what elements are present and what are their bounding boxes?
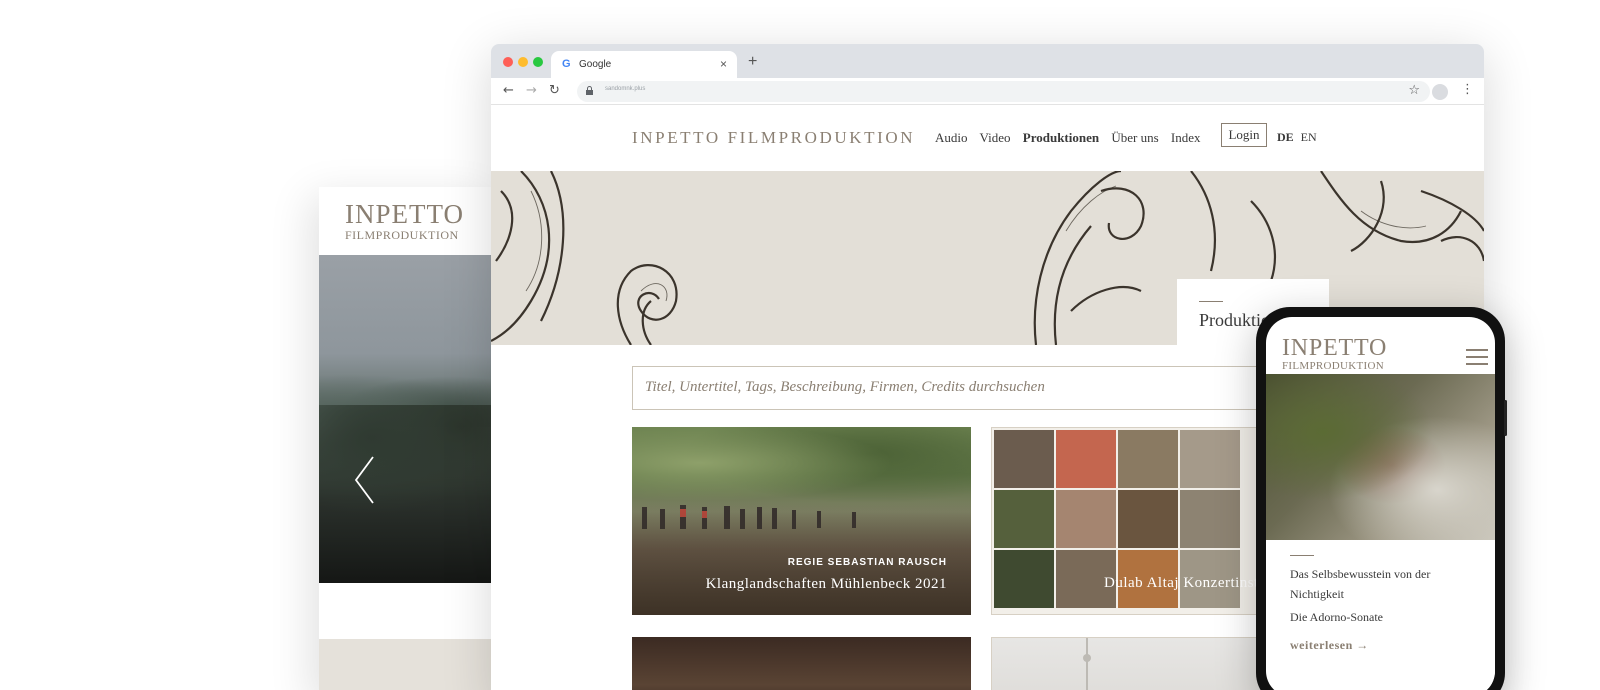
profile-avatar[interactable]: [1432, 84, 1448, 100]
new-tab-button[interactable]: +: [748, 53, 757, 71]
tablet-logo[interactable]: INPETTO FILMPRODUKTION: [345, 199, 464, 242]
tablet-footer-band: [319, 639, 494, 690]
nav-item-ueber-uns[interactable]: Über uns: [1111, 130, 1158, 145]
google-g-icon: G: [562, 58, 571, 70]
tablet-logo-line1: INPETTO: [345, 199, 464, 229]
lang-en[interactable]: EN: [1301, 130, 1317, 144]
browser-tab[interactable]: G Google ×: [551, 51, 737, 78]
back-arrow-icon[interactable]: ←: [503, 83, 514, 98]
tablet-hero-photo: [319, 255, 494, 583]
teaser-rule: [1290, 555, 1314, 556]
chevron-left-icon[interactable]: [353, 455, 377, 505]
minimize-window-button[interactable]: [518, 57, 528, 67]
phone-logo-line2: FILMPRODUKTION: [1282, 360, 1384, 372]
nav-item-video[interactable]: Video: [980, 130, 1011, 145]
language-switcher: DE EN: [1277, 130, 1317, 145]
title-rule: [1199, 301, 1223, 302]
phone-screen: INPETTO FILMPRODUKTION Das Selbsbewusste…: [1266, 317, 1495, 690]
tablet-logo-line2: FILMPRODUKTION: [345, 228, 459, 242]
teaser-title: Das Selbsbewusstein von der Nichtigkeit: [1290, 567, 1431, 601]
search-placeholder: Titel, Untertitel, Tags, Beschreibung, F…: [645, 379, 1045, 395]
search-input[interactable]: Titel, Untertitel, Tags, Beschreibung, F…: [632, 366, 1312, 410]
site-header: INPETTO FILMPRODUKTION Audio Video Produ…: [491, 106, 1484, 171]
close-window-button[interactable]: [503, 57, 513, 67]
lang-de[interactable]: DE: [1277, 130, 1294, 144]
phone-mockup: INPETTO FILMPRODUKTION Das Selbsbewusste…: [1256, 307, 1505, 690]
reload-icon[interactable]: ↻: [549, 83, 560, 98]
url-text: sandomnk.plus: [605, 86, 646, 92]
production-card[interactable]: [632, 637, 971, 690]
tab-title: Google: [579, 59, 612, 70]
maximize-window-button[interactable]: [533, 57, 543, 67]
teaser-subtitle: Die Adorno-Sonate: [1290, 610, 1383, 624]
forward-arrow-icon[interactable]: →: [526, 83, 537, 98]
site-logo[interactable]: INPETTO FILMPRODUKTION: [632, 128, 915, 148]
main-nav: Audio Video Produktionen Über uns Index: [935, 130, 1210, 146]
nav-item-produktionen[interactable]: Produktionen: [1023, 130, 1099, 145]
landscape-trees: [319, 405, 494, 515]
card-title: Klanglandschaften Mühlenbeck 2021: [705, 576, 947, 592]
tab-bar: G Google × +: [491, 44, 1484, 78]
bookmark-star-icon[interactable]: ☆: [1408, 83, 1420, 98]
phone-side-button: [1504, 400, 1507, 436]
tablet-mockup: INPETTO FILMPRODUKTION: [319, 187, 494, 690]
more-menu-icon[interactable]: ⋮: [1461, 82, 1474, 97]
phone-teaser-card[interactable]: Das Selbsbewusstein von der Nichtigkeit …: [1278, 540, 1495, 690]
lock-icon: [586, 86, 593, 95]
hamburger-menu-icon[interactable]: [1466, 349, 1488, 365]
production-card[interactable]: REGIE SEBASTIAN RAUSCH Klanglandschaften…: [632, 427, 971, 615]
phone-hero-photo: [1266, 374, 1495, 540]
tv-tower-image: [1083, 638, 1091, 690]
read-more-link[interactable]: weiterlesen →: [1290, 638, 1369, 653]
browser-toolbar: ← → ↻ sandomnk.plus ☆ ⋮: [491, 78, 1484, 105]
card-subtitle: REGIE SEBASTIAN RAUSCH: [787, 557, 947, 568]
phone-logo-line1: INPETTO: [1282, 335, 1388, 361]
nav-item-index[interactable]: Index: [1171, 130, 1201, 145]
nav-item-audio[interactable]: Audio: [935, 130, 968, 145]
login-button[interactable]: Login: [1221, 123, 1267, 147]
close-tab-icon[interactable]: ×: [720, 57, 727, 71]
phone-logo[interactable]: INPETTO FILMPRODUKTION: [1282, 336, 1387, 372]
address-bar[interactable]: sandomnk.plus ☆: [577, 81, 1430, 102]
